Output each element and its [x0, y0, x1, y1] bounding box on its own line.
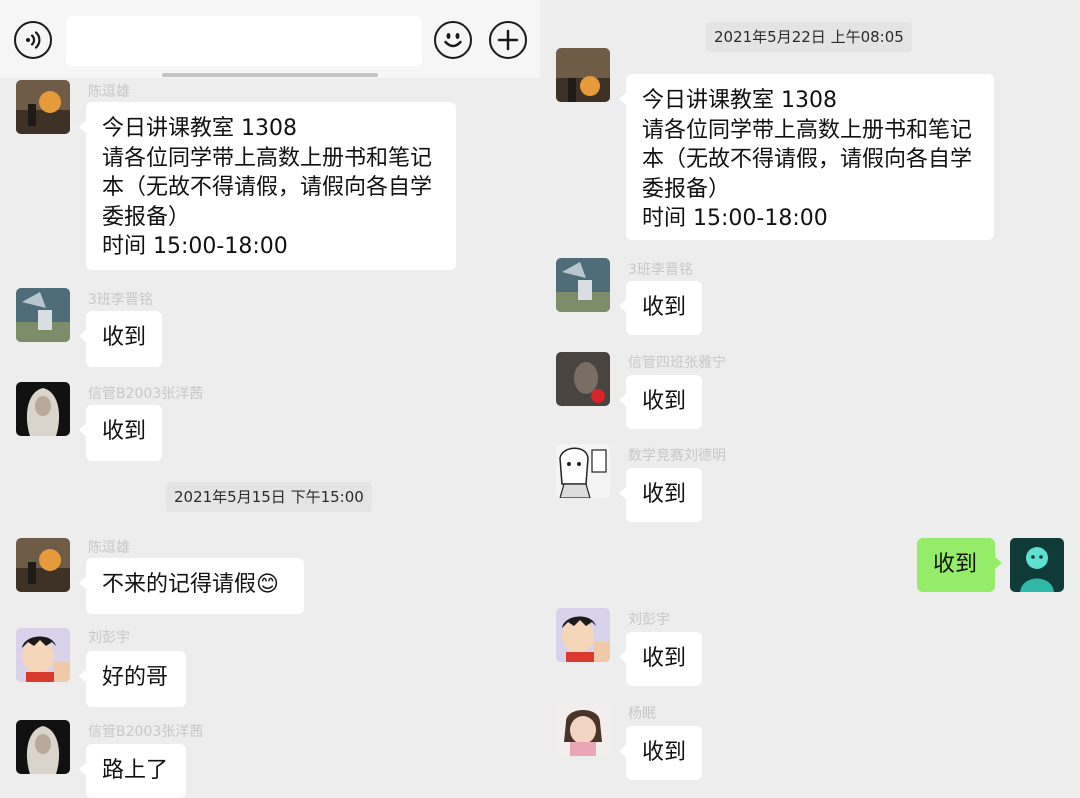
message-bubble[interactable]: 路上了 [79, 744, 186, 798]
emoji-icon [444, 33, 462, 48]
avatar[interactable] [16, 538, 70, 592]
avatar[interactable] [556, 702, 610, 756]
sender-name: 信管B2003张洋茜 [88, 386, 204, 402]
avatar[interactable] [556, 258, 610, 312]
avatar[interactable] [16, 288, 70, 342]
message-bubble[interactable]: 今日讲课教室 1308 请各位同学带上高数上册书和笔记 本（无故不得请假，请假向… [79, 102, 456, 270]
message-bubble[interactable]: 今日讲课教室 1308 请各位同学带上高数上册书和笔记 本（无故不得请假，请假向… [619, 74, 994, 240]
scrollbar-thumb[interactable] [162, 73, 378, 77]
avatar[interactable] [556, 444, 610, 498]
sender-name: 信管四班张雅宁 [628, 355, 726, 371]
avatar[interactable] [556, 352, 610, 406]
sender-name: 信管B2003张洋茜 [88, 724, 204, 740]
message-bubble[interactable]: 好的哥 [79, 651, 186, 707]
avatar[interactable] [16, 80, 70, 134]
sender-name: 数学竞赛刘德明 [628, 448, 726, 464]
avatar[interactable] [556, 48, 610, 102]
avatar[interactable] [16, 382, 70, 436]
message-bubble[interactable]: 收到 [619, 632, 702, 686]
voice-icon [26, 31, 41, 49]
message-bubble[interactable]: 收到 [79, 311, 162, 367]
timestamp: 2021年5月15日 下午15:00 [166, 482, 372, 512]
sender-name: 陈逗雄 [88, 84, 130, 100]
avatar[interactable] [16, 628, 70, 682]
message-bubble[interactable]: 不来的记得请假😊 [79, 558, 304, 614]
message-input[interactable] [66, 16, 422, 66]
sender-name: 杨眠 [628, 706, 656, 722]
voice-button[interactable] [14, 21, 52, 59]
message-bubble[interactable]: 收到 [619, 375, 702, 429]
avatar[interactable] [556, 608, 610, 662]
message-bubble[interactable]: 收到 [79, 405, 162, 461]
sender-name: 陈逗雄 [88, 540, 130, 556]
plus-button[interactable] [489, 21, 527, 59]
left-chat-panel: 陈逗雄 今日讲课教室 1308 请各位同学带上高数上册书和笔记 本（无故不得请假… [0, 0, 540, 798]
my-message-bubble[interactable]: 收到 [917, 538, 1002, 592]
plus-icon [497, 29, 519, 51]
timestamp: 2021年5月22日 上午08:05 [706, 22, 912, 52]
emoji-button[interactable] [434, 21, 472, 59]
sender-name: 3班李晋铭 [628, 262, 693, 278]
sender-name: 刘彭宇 [628, 612, 670, 628]
sender-name: 刘彭宇 [88, 630, 130, 646]
avatar[interactable] [16, 720, 70, 774]
message-bubble[interactable]: 收到 [619, 726, 702, 780]
message-bubble[interactable]: 收到 [619, 468, 702, 522]
sender-name: 3班李晋铭 [88, 292, 153, 308]
right-chat-panel: 2021年5月22日 上午08:05 今日讲课教室 1308 请各位同学带上高数… [540, 0, 1080, 798]
my-avatar[interactable] [1010, 538, 1064, 592]
message-bubble[interactable]: 收到 [619, 281, 702, 335]
chat-input-bar [0, 0, 540, 78]
